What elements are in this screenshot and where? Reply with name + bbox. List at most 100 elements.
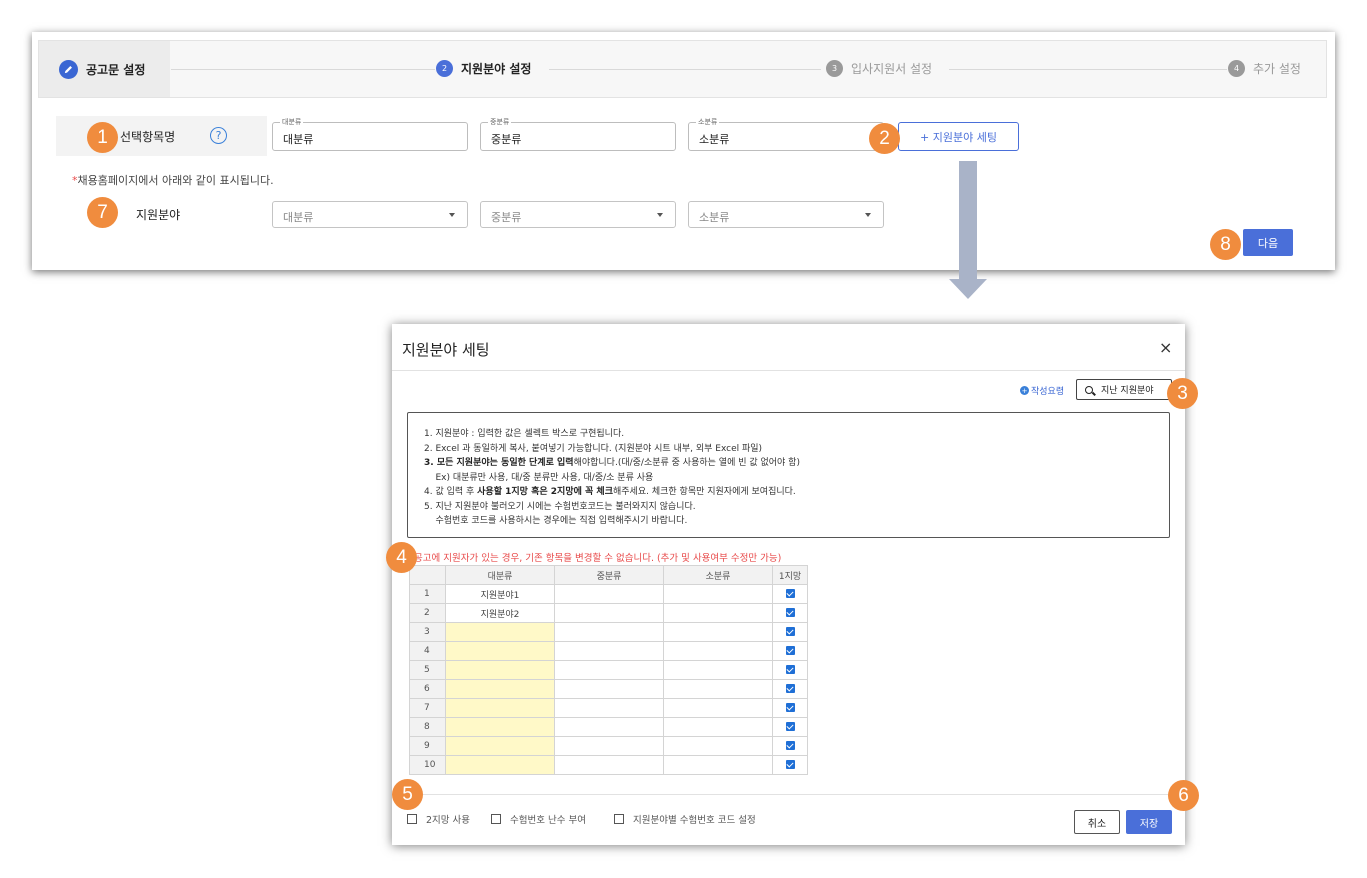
step-3-label: 입사지원서 설정: [851, 62, 933, 76]
minor-cell[interactable]: [663, 641, 773, 661]
writing-guide-link[interactable]: + 작성요령: [1020, 384, 1064, 397]
field-setting-button[interactable]: + 지원분야 세팅: [898, 122, 1019, 151]
row-number: 7: [409, 698, 446, 718]
minor-cell[interactable]: [663, 584, 773, 604]
first-choice-checkbox[interactable]: [785, 646, 795, 655]
next-button[interactable]: 다음: [1243, 229, 1293, 256]
step-progress-bar: 공고문 설정 2 지원분야 설정 3 입사지원서 설정 4 추가 설정: [38, 40, 1327, 98]
table-row: 8: [409, 717, 808, 737]
random-exam-number-checkbox[interactable]: [491, 814, 501, 824]
first-choice-checkbox[interactable]: [785, 627, 795, 636]
middle-cell[interactable]: [554, 584, 664, 604]
first-choice-checkbox[interactable]: [785, 589, 795, 598]
first-choice-cell: [772, 679, 808, 699]
step-3-number: 3: [826, 60, 843, 77]
major-category-field[interactable]: 대분류 대분류: [272, 117, 468, 151]
step-1[interactable]: 공고문 설정: [59, 60, 145, 79]
middle-cell[interactable]: [554, 717, 664, 737]
middle-cell[interactable]: [554, 622, 664, 642]
middle-cell[interactable]: [554, 603, 664, 623]
first-choice-checkbox[interactable]: [785, 722, 795, 731]
major-cell[interactable]: 지원분야1: [445, 584, 555, 604]
major-cell[interactable]: [445, 622, 555, 642]
pencil-icon: [59, 60, 78, 79]
minor-cell[interactable]: [663, 717, 773, 737]
major-category-legend: 대분류: [280, 117, 304, 127]
load-previous-fields-button[interactable]: 지난 지원분야: [1076, 379, 1172, 400]
major-cell[interactable]: [445, 641, 555, 661]
minor-category-value: 소분류: [699, 133, 730, 146]
preview-middle-select[interactable]: 중분류: [480, 201, 676, 228]
middle-category-field[interactable]: 중분류 중분류: [480, 117, 676, 151]
preview-middle-select-value: 중분류: [491, 211, 522, 224]
minor-category-legend: 소분류: [696, 117, 720, 127]
modal-header-divider: [392, 370, 1185, 371]
exam-code-option[interactable]: 지원분야별 수험번호 코드 설정: [614, 812, 756, 826]
preview-major-select[interactable]: 대분류: [272, 201, 468, 228]
major-cell[interactable]: [445, 698, 555, 718]
first-choice-cell: [772, 717, 808, 737]
second-choice-checkbox[interactable]: [407, 814, 417, 824]
major-cell[interactable]: [445, 755, 555, 775]
step-2-number: 2: [436, 60, 453, 77]
step-2[interactable]: 2 지원분야 설정: [436, 60, 531, 77]
middle-cell[interactable]: [554, 641, 664, 661]
middle-cell[interactable]: [554, 755, 664, 775]
middle-cell[interactable]: [554, 736, 664, 756]
row-number: 2: [409, 603, 446, 623]
close-icon[interactable]: ×: [1159, 338, 1172, 357]
first-choice-cell: [772, 603, 808, 623]
first-choice-checkbox[interactable]: [785, 703, 795, 712]
save-button[interactable]: 저장: [1126, 810, 1172, 834]
callout-badge-2: 2: [869, 123, 900, 154]
exam-code-checkbox[interactable]: [614, 814, 624, 824]
minor-cell[interactable]: [663, 660, 773, 680]
search-icon: [1085, 385, 1093, 394]
major-cell[interactable]: 지원분야2: [445, 603, 555, 623]
table-row: 6: [409, 679, 808, 699]
minor-cell[interactable]: [663, 755, 773, 775]
minor-cell[interactable]: [663, 603, 773, 623]
row-number: 10: [409, 755, 446, 775]
first-choice-checkbox[interactable]: [785, 665, 795, 674]
table-row: 10: [409, 755, 808, 775]
minor-cell[interactable]: [663, 679, 773, 699]
grid-header-first-choice: 1지망: [772, 565, 808, 585]
callout-badge-4: 4: [386, 542, 417, 573]
step-3[interactable]: 3 입사지원서 설정: [826, 60, 932, 77]
minor-cell[interactable]: [663, 698, 773, 718]
chevron-down-icon: [865, 213, 871, 217]
step-4[interactable]: 4 추가 설정: [1228, 60, 1301, 77]
callout-badge-3: 3: [1167, 378, 1198, 409]
middle-cell[interactable]: [554, 679, 664, 699]
major-cell[interactable]: [445, 679, 555, 699]
major-cell[interactable]: [445, 717, 555, 737]
chevron-down-icon: [657, 213, 663, 217]
instruction-line: Ex) 대분류만 사용, 대/중 분류만 사용, 대/중/소 분류 사용: [424, 472, 654, 483]
row-number: 3: [409, 622, 446, 642]
major-cell[interactable]: [445, 660, 555, 680]
major-cell[interactable]: [445, 736, 555, 756]
preview-minor-select[interactable]: 소분류: [688, 201, 884, 228]
row-number: 9: [409, 736, 446, 756]
random-exam-number-option[interactable]: 수험번호 난수 부여: [491, 812, 586, 826]
instruction-box: 1. 지원분야 : 입력한 값은 셀렉트 박스로 구현됩니다. 2. Excel…: [407, 412, 1170, 538]
first-choice-checkbox[interactable]: [785, 684, 795, 693]
middle-category-value: 중분류: [491, 133, 522, 146]
help-icon[interactable]: ?: [210, 127, 227, 144]
middle-cell[interactable]: [554, 660, 664, 680]
minor-category-field[interactable]: 소분류 소분류: [688, 117, 884, 151]
first-choice-checkbox[interactable]: [785, 608, 795, 617]
minor-cell[interactable]: [663, 622, 773, 642]
first-choice-cell: [772, 622, 808, 642]
callout-badge-1: 1: [87, 122, 118, 153]
middle-category-legend: 중분류: [488, 117, 512, 127]
cancel-button[interactable]: 취소: [1074, 810, 1120, 834]
modal-footer-divider: [392, 794, 1185, 795]
second-choice-label: 2지망 사용: [426, 815, 471, 826]
first-choice-checkbox[interactable]: [785, 741, 795, 750]
minor-cell[interactable]: [663, 736, 773, 756]
middle-cell[interactable]: [554, 698, 664, 718]
second-choice-option[interactable]: 2지망 사용: [407, 812, 470, 826]
first-choice-checkbox[interactable]: [785, 760, 795, 769]
